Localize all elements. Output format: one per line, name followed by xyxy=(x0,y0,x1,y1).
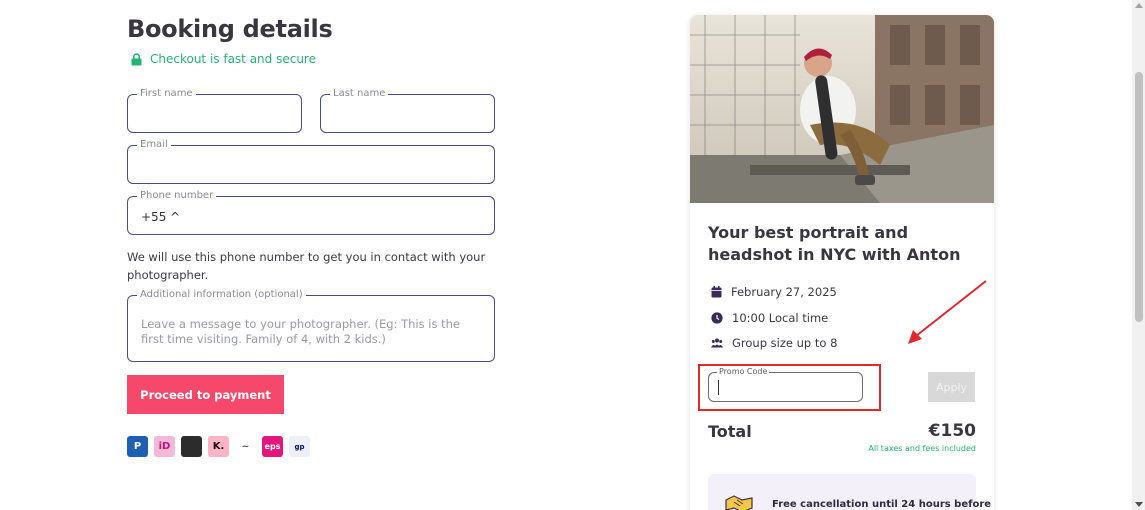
first-name-field[interactable]: First name xyxy=(127,88,302,133)
ideal-icon: iD xyxy=(154,436,175,457)
group-size: Group size up to 8 xyxy=(711,336,837,350)
email-field[interactable]: Email xyxy=(127,139,495,184)
phone-label: Phone number xyxy=(137,190,217,202)
booking-summary-card: Your best portrait and headshot in NYC w… xyxy=(690,15,994,510)
country-code-selector[interactable]: +55 ^ xyxy=(141,210,180,224)
last-name-label: Last name xyxy=(330,88,389,100)
promo-code-input[interactable]: Promo Code xyxy=(708,367,863,402)
promo-code-label: Promo Code xyxy=(717,367,770,377)
annotation-arrow-icon xyxy=(908,280,987,344)
phone-helper-text: We will use this phone number to get you… xyxy=(127,250,486,282)
scroll-down-arrow-icon[interactable] xyxy=(1135,502,1143,507)
free-cancellation-text: Free cancellation until 24 hours before xyxy=(772,499,992,510)
paypal-icon: P xyxy=(127,436,148,457)
booking-date-text: February 27, 2025 xyxy=(731,285,837,299)
payment-methods: P iD K. ~ eps gp xyxy=(127,436,310,457)
proceed-to-payment-button[interactable]: Proceed to payment xyxy=(127,375,284,414)
people-icon xyxy=(711,338,723,348)
secure-checkout-text: Checkout is fast and secure xyxy=(150,52,316,66)
additional-info-placeholder[interactable]: Leave a message to your photographer. (E… xyxy=(141,317,484,346)
scroll-up-arrow-icon[interactable] xyxy=(1135,3,1143,8)
experience-title: Your best portrait and headshot in NYC w… xyxy=(708,223,961,264)
text-caret xyxy=(718,380,719,395)
booking-date: February 27, 2025 xyxy=(711,285,837,299)
last-name-field[interactable]: Last name xyxy=(320,88,495,133)
scrollbar-thumb[interactable] xyxy=(1135,72,1143,322)
apply-promo-button[interactable]: Apply xyxy=(928,372,975,402)
calendar-icon xyxy=(711,286,722,298)
clock-icon xyxy=(711,312,723,324)
secure-checkout-note: Checkout is fast and secure xyxy=(131,52,316,66)
total-price: €150 xyxy=(928,421,976,441)
booking-time: 10:00 Local time xyxy=(711,311,828,325)
klarna-icon: K. xyxy=(208,436,229,457)
group-size-text: Group size up to 8 xyxy=(732,336,838,350)
eps-icon: eps xyxy=(262,436,283,457)
lock-icon xyxy=(131,52,142,66)
taxes-note: All taxes and fees included xyxy=(868,444,976,453)
additional-info-label: Additional information (optional) xyxy=(137,289,306,301)
page-scrollbar[interactable] xyxy=(1132,0,1145,510)
email-label: Email xyxy=(137,139,171,151)
page-title: Booking details xyxy=(127,15,333,43)
total-label: Total xyxy=(708,422,752,441)
first-name-label: First name xyxy=(137,88,196,100)
free-cancellation-banner: Free cancellation until 24 hours before xyxy=(708,474,991,510)
photographer-photo xyxy=(690,15,994,203)
booking-time-text: 10:00 Local time xyxy=(732,311,829,325)
additional-info-field[interactable]: Additional information (optional) Leave … xyxy=(127,289,495,362)
giropay-icon: gp xyxy=(289,436,310,457)
bancontact-icon: ~ xyxy=(235,436,256,457)
handshake-icon xyxy=(724,494,754,510)
phone-field[interactable]: Phone number +55 ^ xyxy=(127,190,495,235)
card-icon xyxy=(181,436,202,457)
